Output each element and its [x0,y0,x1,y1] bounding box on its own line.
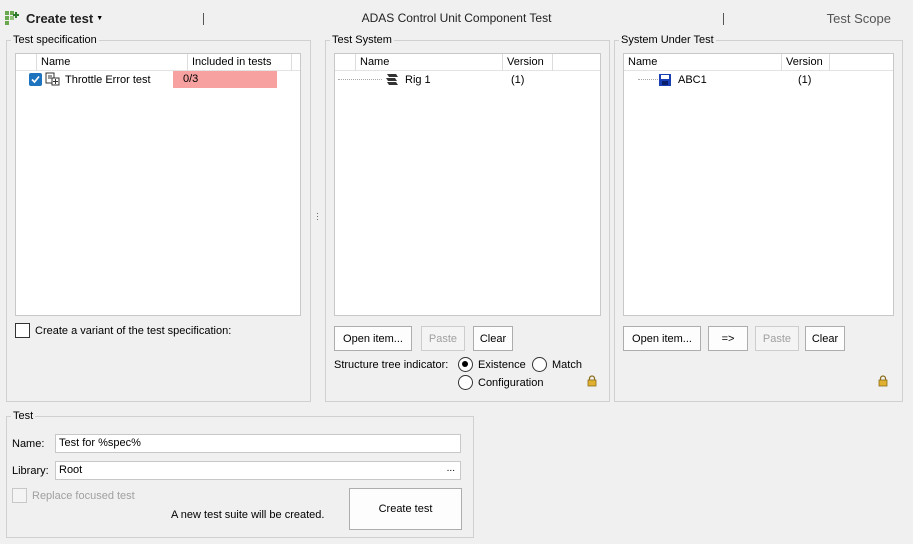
library-input[interactable]: Root ... [55,461,461,480]
chevron-down-icon: ▼ [96,14,104,22]
open-item-button[interactable]: Open item... [334,326,412,351]
row-version: (1) [511,73,525,86]
clear-button[interactable]: Clear [473,326,513,351]
variant-option[interactable]: Create a variant of the test specificati… [15,323,231,338]
radio-configuration[interactable]: Configuration [458,375,543,390]
replace-focused-checkbox[interactable] [12,488,27,503]
lock-icon[interactable] [878,375,888,387]
radio-match-label: Match [552,358,582,371]
window-title-wrap: ADAS Control Unit Component Test [0,11,913,25]
paste-button[interactable]: Paste [421,326,465,351]
column-header-name[interactable]: Name [37,54,188,71]
checkbox-checked[interactable] [29,73,42,86]
test-name-input[interactable]: Test for %spec% [55,434,461,453]
row-name: Rig 1 [405,73,431,86]
test-specification-title: Test specification [11,34,99,46]
lock-icon[interactable] [587,375,597,387]
assign-arrow-button[interactable]: => [708,326,748,351]
test-group-title: Test [11,410,36,422]
info-text: A new test suite will be created. [171,509,325,521]
library-value: Root [59,464,83,476]
list-header: Name Version [624,54,893,71]
column-header-version[interactable]: Version [503,54,553,71]
create-test-icon [5,11,19,25]
radio-match-circle[interactable] [532,357,547,372]
variant-label: Create a variant of the test specificati… [35,324,232,337]
radio-match[interactable]: Match [532,357,582,372]
column-header-name[interactable]: Name [356,54,503,71]
library-browse-button[interactable]: ... [447,463,455,474]
replace-focused-option[interactable]: Replace focused test [12,488,135,503]
clear-button[interactable]: Clear [805,326,845,351]
row-included: 0/3 [173,71,277,88]
radio-existence-label: Existence [478,358,526,371]
table-row[interactable]: Throttle Error test 0/3 [16,71,300,88]
test-system-title: Test System [330,34,394,46]
structure-tree-label: Structure tree indicator: [334,359,449,371]
create-test-button[interactable]: Create test [349,488,462,530]
system-under-test-list[interactable]: Name Version ABC1 (1) [623,53,894,316]
row-name: ABC1 [678,73,707,86]
ecu-icon [659,73,671,86]
library-label: Library: [12,465,49,477]
variant-checkbox[interactable] [15,323,30,338]
list-header: Name Included in tests [16,54,300,71]
column-header-included[interactable]: Included in tests [188,54,292,71]
paste-button[interactable]: Paste [755,326,799,351]
create-test-menu[interactable]: Create test ▼ [4,8,103,28]
tree-line [338,79,382,80]
open-item-button[interactable]: Open item... [623,326,701,351]
toolbar: Create test ▼ ADAS Control Unit Componen… [0,0,913,34]
system-under-test-title: System Under Test [619,34,716,46]
toolbar-separator [723,13,724,25]
test-system-list[interactable]: Name Version Rig 1 (1) [334,53,601,316]
radio-existence[interactable]: Existence [458,357,526,372]
test-spec-icon [45,72,60,86]
checkmark-icon [31,75,40,84]
table-row[interactable]: ABC1 (1) [624,71,893,88]
radio-existence-circle[interactable] [458,357,473,372]
test-scope-label[interactable]: Test Scope [827,11,891,26]
row-check-wrap [16,73,42,86]
column-header-name[interactable]: Name [624,54,782,71]
radio-configuration-circle[interactable] [458,375,473,390]
test-rig-icon [386,74,398,85]
name-label: Name: [12,438,45,450]
test-specification-list[interactable]: Name Included in tests Throttle Error te… [15,53,301,316]
row-version: (1) [798,73,812,86]
replace-focused-label: Replace focused test [32,489,135,502]
toolbar-separator [203,13,204,25]
column-header-version[interactable]: Version [782,54,830,71]
table-row[interactable]: Rig 1 (1) [335,71,600,88]
radio-configuration-label: Configuration [478,376,544,389]
window-title: ADAS Control Unit Component Test [361,11,552,25]
list-header: Name Version [335,54,600,71]
header-spacer [16,54,37,71]
splitter-handle[interactable]: · · · [316,209,319,224]
tree-line [638,79,658,80]
header-spacer [335,54,356,71]
row-name: Throttle Error test [65,73,151,86]
create-test-label: Create test [26,10,94,26]
